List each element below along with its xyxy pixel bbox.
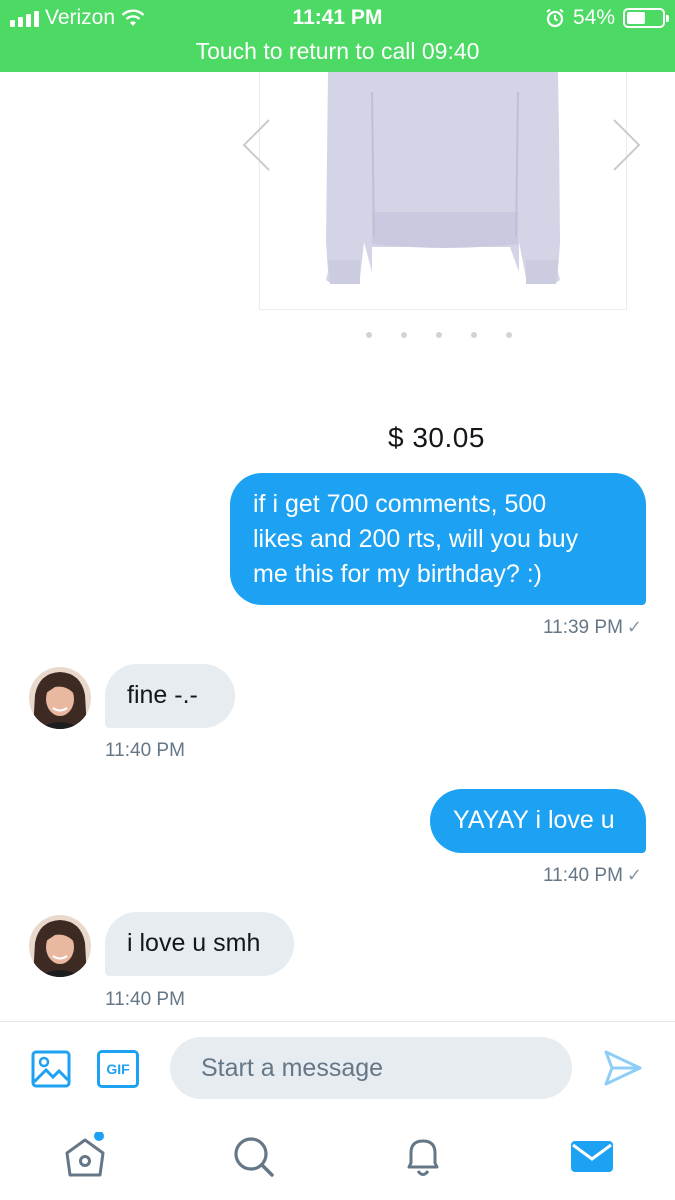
alarm-icon	[546, 8, 564, 28]
product-price: $ 30.05	[388, 422, 485, 453]
messages-icon[interactable]	[567, 1132, 617, 1182]
message-timestamp: 11:40 PM	[105, 740, 185, 761]
avatar[interactable]	[29, 667, 91, 729]
message-timestamp: 11:40 PM	[105, 989, 185, 1010]
message-timestamp: 11:39 PM ✓	[543, 617, 642, 639]
carousel-dot[interactable]	[366, 332, 372, 338]
message-text-line: if i get 700 comments, 500	[253, 490, 547, 518]
carousel-prev-icon[interactable]	[241, 118, 271, 172]
tab-bar	[0, 1116, 675, 1200]
message-bubble-sent[interactable]: if i get 700 comments, 500 likes and 200…	[230, 473, 646, 605]
message-bubble-received[interactable]: i love u smh	[105, 912, 294, 976]
read-check-icon: ✓	[626, 865, 642, 885]
carousel-dot[interactable]	[471, 332, 477, 338]
carousel-next-icon[interactable]	[612, 118, 642, 172]
message-input[interactable]	[170, 1037, 572, 1099]
send-icon[interactable]	[603, 1049, 643, 1087]
message-text-line: me this for my birthday? :)	[253, 560, 542, 588]
battery-icon	[623, 8, 669, 28]
status-bar: Verizon 11:41 PM 54% Touch to return to …	[0, 0, 675, 72]
new-activity-dot	[94, 1132, 104, 1141]
message-text-line: YAYAY i love u	[453, 806, 615, 834]
carousel-dot[interactable]	[436, 332, 442, 338]
message-text-line: fine -.-	[127, 681, 198, 709]
carousel-dot[interactable]	[401, 332, 407, 338]
timestamp-text: 11:39 PM	[542, 617, 623, 638]
message-timestamp: 11:40 PM ✓	[543, 865, 642, 887]
message-text-line: likes and 200 rts, will you buy	[253, 525, 579, 553]
battery-percent: 54%	[572, 6, 615, 29]
notifications-icon[interactable]	[398, 1132, 448, 1182]
product-image-card[interactable]	[259, 72, 627, 310]
message-bubble-sent[interactable]: YAYAY i love u	[430, 789, 646, 853]
message-text-line: i love u smh	[127, 929, 261, 957]
timestamp-text: 11:40 PM	[542, 865, 623, 886]
read-check-icon: ✓	[626, 617, 642, 637]
avatar[interactable]	[29, 915, 91, 977]
carousel-pagination[interactable]	[366, 332, 512, 338]
gif-label: GIF	[106, 1061, 130, 1077]
sweatshirt-image	[326, 72, 560, 284]
carousel-dot[interactable]	[506, 332, 512, 338]
message-bubble-received[interactable]: fine -.-	[105, 664, 235, 728]
compose-bar: GIF	[0, 1021, 675, 1116]
image-icon[interactable]	[31, 1049, 71, 1089]
search-icon[interactable]	[230, 1132, 280, 1182]
gif-button[interactable]: GIF	[97, 1050, 139, 1088]
return-to-call-banner[interactable]: Touch to return to call 09:40	[0, 38, 675, 65]
home-icon[interactable]	[60, 1132, 110, 1182]
